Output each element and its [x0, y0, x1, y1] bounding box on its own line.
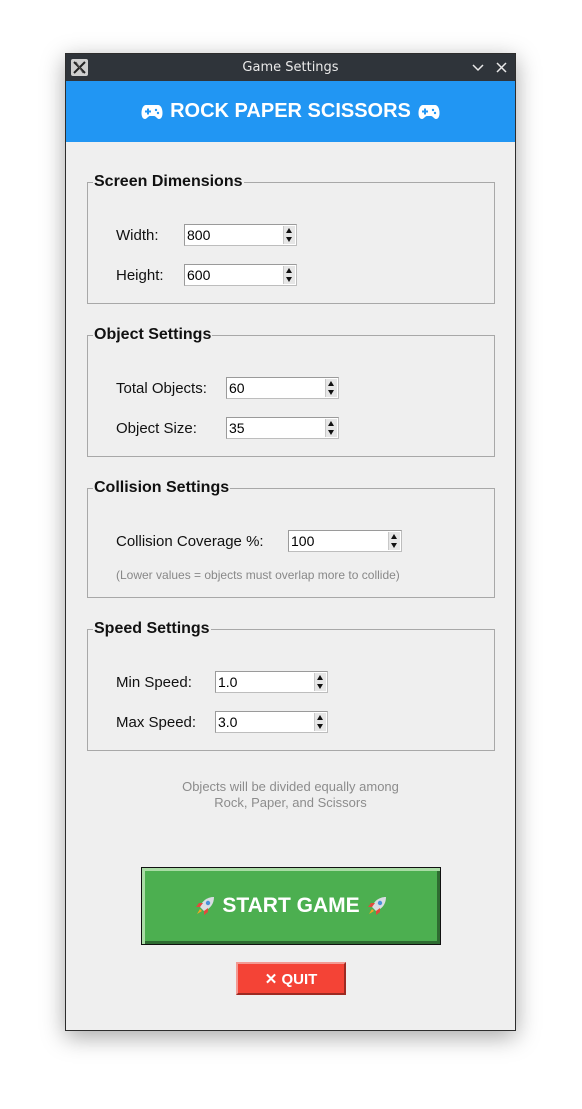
collision-settings-legend: Collision Settings — [94, 479, 230, 496]
total-objects-value[interactable]: 60 — [229, 380, 245, 396]
max-speed-row: Max Speed: — [116, 711, 196, 733]
object-size-spin-arrows[interactable] — [325, 419, 337, 437]
height-label: Height: — [116, 266, 164, 284]
app-header-title: ROCK PAPER SCISSORS — [170, 100, 411, 122]
min-speed-label: Min Speed: — [116, 673, 192, 691]
height-spinbox[interactable]: 600 — [184, 264, 297, 286]
total-objects-spin-arrows[interactable] — [325, 379, 337, 397]
min-speed-spinbox[interactable]: 1.0 — [215, 671, 328, 693]
spin-up-icon[interactable] — [286, 268, 292, 273]
settings-window: Game Settings ROCK PAPER SCISSORS Screen… — [65, 53, 516, 1031]
min-speed-spin-arrows[interactable] — [314, 673, 326, 691]
min-speed-row: Min Speed: — [116, 671, 192, 693]
minimize-chevron-icon[interactable] — [469, 59, 486, 76]
max-speed-spinbox[interactable]: 3.0 — [215, 711, 328, 733]
width-label: Width: — [116, 226, 159, 244]
total-objects-label: Total Objects: — [116, 379, 207, 397]
spin-up-icon[interactable] — [391, 534, 397, 539]
max-speed-label: Max Speed: — [116, 713, 197, 731]
spin-down-icon[interactable] — [286, 277, 292, 282]
total-objects-spinbox[interactable]: 60 — [226, 377, 339, 399]
collision-settings-group: Collision Settings Collision Coverage %:… — [87, 479, 495, 598]
spin-up-icon[interactable] — [328, 381, 334, 386]
total-objects-row: Total Objects: — [116, 377, 207, 399]
min-speed-value[interactable]: 1.0 — [218, 674, 237, 690]
spin-down-icon[interactable] — [317, 724, 323, 729]
width-row: Width: — [116, 224, 159, 246]
app-header: ROCK PAPER SCISSORS — [66, 81, 515, 142]
collision-coverage-spinbox[interactable]: 100 — [288, 530, 402, 552]
screen-dimensions-legend: Screen Dimensions — [94, 173, 243, 190]
height-value[interactable]: 600 — [187, 267, 210, 283]
collision-coverage-value[interactable]: 100 — [291, 533, 314, 549]
title-bar: Game Settings — [66, 54, 515, 81]
object-size-value[interactable]: 35 — [229, 420, 245, 436]
spin-down-icon[interactable] — [317, 684, 323, 689]
speed-settings-group: Speed Settings Min Speed: 1.0 Max Speed:… — [87, 620, 495, 751]
distribution-note-line2: Rock, Paper, and Scissors — [214, 795, 367, 810]
max-speed-spin-arrows[interactable] — [314, 713, 326, 731]
start-game-label[interactable]: START GAME — [222, 894, 359, 918]
spin-up-icon[interactable] — [317, 715, 323, 720]
spin-down-icon[interactable] — [391, 543, 397, 548]
collision-coverage-label: Collision Coverage %: — [116, 532, 264, 550]
window-title: Game Settings — [242, 60, 339, 75]
collision-coverage-row: Collision Coverage %: — [116, 530, 264, 552]
gamepad-icon — [141, 104, 163, 120]
spin-up-icon[interactable] — [328, 421, 334, 426]
gamepad-icon — [418, 104, 440, 120]
start-game-button[interactable]: START GAME — [141, 867, 441, 945]
object-settings-group: Object Settings Total Objects: 60 Object… — [87, 326, 495, 457]
spin-up-icon[interactable] — [286, 228, 292, 233]
width-spinbox[interactable]: 800 — [184, 224, 297, 246]
screen-dimensions-group: Screen Dimensions Width: 800 Height: 600 — [87, 173, 495, 304]
quit-label[interactable]: ✕ QUIT — [265, 970, 318, 988]
spin-down-icon[interactable] — [328, 430, 334, 435]
collision-hint: (Lower values = objects must overlap mor… — [116, 568, 400, 582]
distribution-note: Objects will be divided equally among Ro… — [66, 779, 515, 811]
width-value[interactable]: 800 — [187, 227, 210, 243]
distribution-note-line1: Objects will be divided equally among — [182, 779, 399, 794]
spin-up-icon[interactable] — [317, 675, 323, 680]
object-size-label: Object Size: — [116, 419, 197, 437]
object-settings-legend: Object Settings — [94, 326, 212, 343]
collision-coverage-spin-arrows[interactable] — [388, 532, 400, 550]
rocket-icon — [194, 895, 216, 917]
spin-down-icon[interactable] — [286, 237, 292, 242]
object-size-row: Object Size: — [116, 417, 197, 439]
max-speed-value[interactable]: 3.0 — [218, 714, 237, 730]
rocket-icon — [366, 895, 388, 917]
quit-button[interactable]: ✕ QUIT — [236, 962, 346, 995]
close-icon[interactable] — [493, 59, 510, 76]
height-row: Height: — [116, 264, 164, 286]
object-size-spinbox[interactable]: 35 — [226, 417, 339, 439]
width-spin-arrows[interactable] — [283, 226, 295, 244]
speed-settings-legend: Speed Settings — [94, 620, 210, 637]
height-spin-arrows[interactable] — [283, 266, 295, 284]
spin-down-icon[interactable] — [328, 390, 334, 395]
